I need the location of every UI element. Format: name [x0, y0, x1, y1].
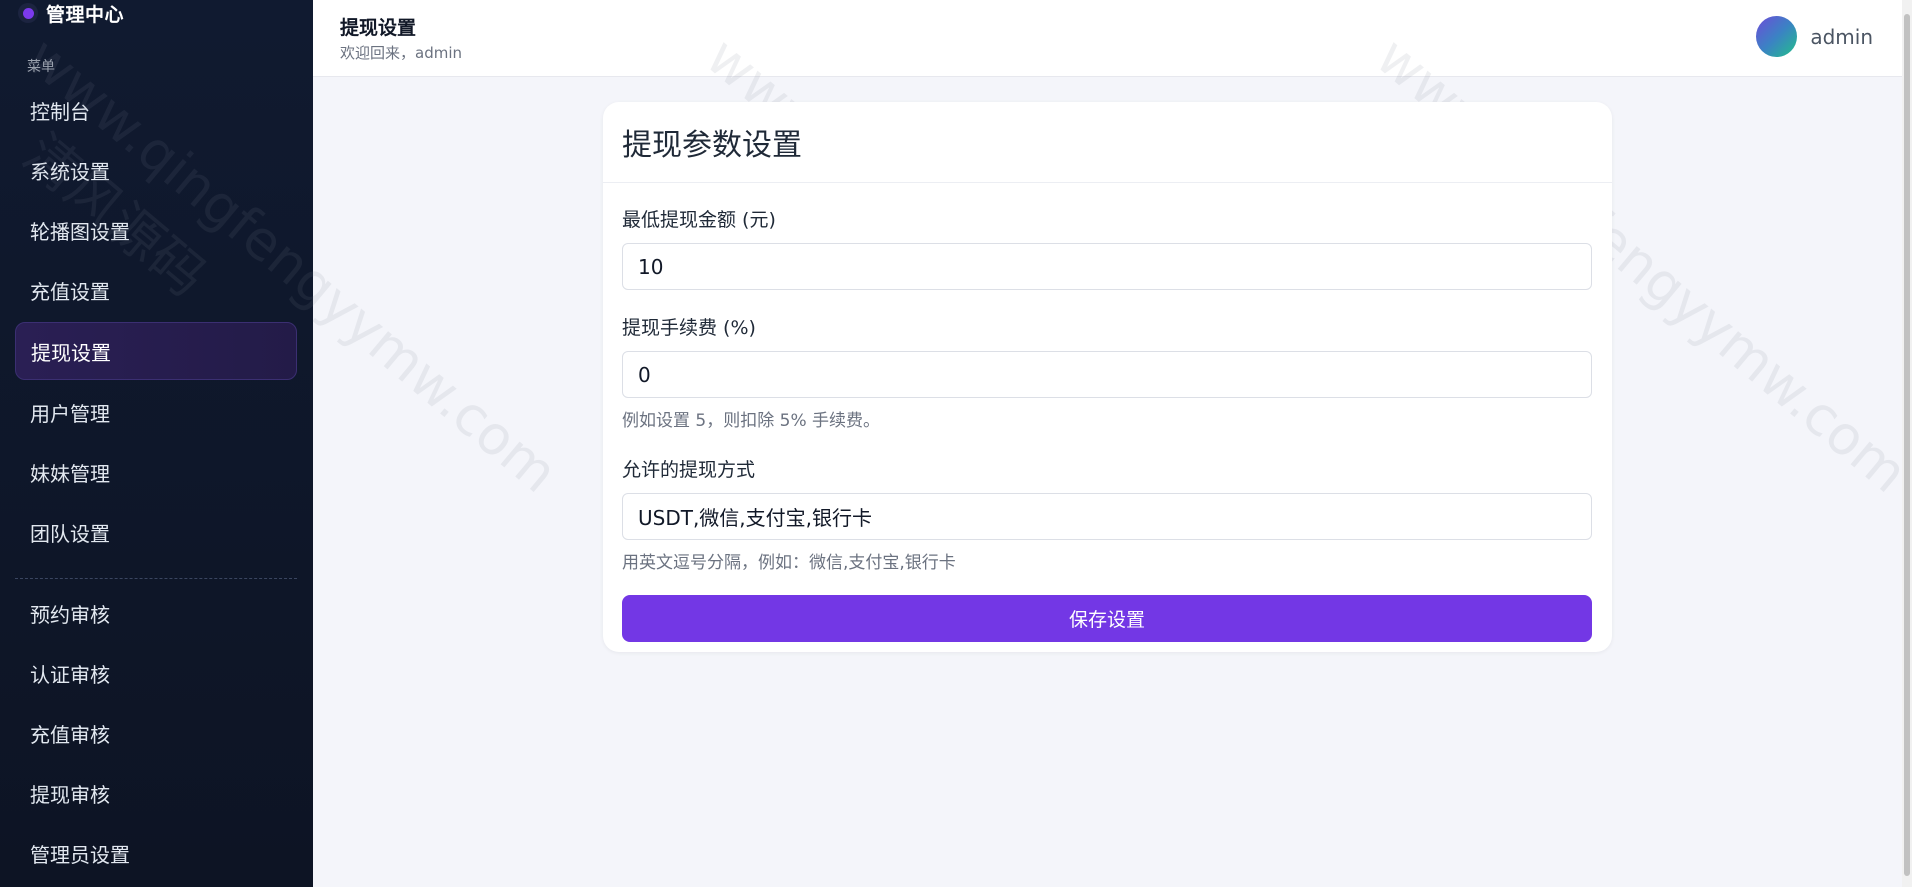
admin-app: 管理中心 菜单 控制台 系统设置 轮播图设置 充值设置 提现设置 用户管理 妹妹…	[0, 0, 1912, 887]
methods-input[interactable]	[622, 493, 1592, 540]
methods-help-text: 用英文逗号分隔，例如：微信,支付宝,银行卡	[622, 553, 956, 573]
brand-logo-icon	[18, 3, 38, 23]
menu-divider	[15, 578, 297, 579]
brand-title: 管理中心	[46, 3, 125, 26]
fee-group: 提现手续费 (%) 例如设置 5，则扣除 5% 手续费。	[622, 313, 1592, 431]
page-scrollbar[interactable]	[1902, 0, 1912, 887]
min-amount-label: 最低提现金额 (元)	[622, 209, 776, 231]
min-amount-input[interactable]	[622, 243, 1592, 290]
menu-caption: 菜单	[27, 59, 55, 75]
page-title: 提现设置	[340, 17, 417, 39]
sidebar-item-carousel-settings[interactable]: 轮播图设置	[15, 202, 297, 258]
withdraw-settings-card: 提现参数设置 最低提现金额 (元) 提现手续费 (%) 例如设置 5，则扣除 5…	[603, 102, 1612, 652]
sidebar-item-sister-management[interactable]: 妹妹管理	[15, 444, 297, 500]
user-name: admin	[1810, 24, 1873, 49]
sidebar-item-user-management[interactable]: 用户管理	[15, 384, 297, 440]
brand: 管理中心	[18, 0, 124, 26]
fee-help-text: 例如设置 5，则扣除 5% 手续费。	[622, 411, 880, 431]
top-header: 提现设置 欢迎回来，admin admin	[313, 0, 1912, 77]
card-title: 提现参数设置	[603, 102, 1612, 183]
sidebar-item-recharge-settings[interactable]: 充值设置	[15, 262, 297, 318]
user-menu[interactable]: admin	[1756, 16, 1873, 57]
sidebar-item-admin-settings[interactable]: 管理员设置	[15, 825, 297, 881]
methods-group: 允许的提现方式 用英文逗号分隔，例如：微信,支付宝,银行卡	[622, 455, 1592, 573]
sidebar-item-withdraw-settings[interactable]: 提现设置	[15, 322, 297, 380]
methods-label: 允许的提现方式	[622, 459, 756, 481]
save-button[interactable]: 保存设置	[622, 595, 1592, 642]
card-body: 最低提现金额 (元) 提现手续费 (%) 例如设置 5，则扣除 5% 手续费。 …	[603, 183, 1612, 642]
sidebar-item-verification-review[interactable]: 认证审核	[15, 645, 297, 701]
sidebar-menu-top: 控制台 系统设置 轮播图设置 充值设置 提现设置 用户管理 妹妹管理 团队设置	[15, 82, 297, 597]
sidebar-item-booking-review[interactable]: 预约审核	[15, 585, 297, 641]
scrollbar-thumb[interactable]	[1904, 14, 1910, 876]
fee-input[interactable]	[622, 351, 1592, 398]
sidebar-item-recharge-review[interactable]: 充值审核	[15, 705, 297, 761]
sidebar: 管理中心 菜单 控制台 系统设置 轮播图设置 充值设置 提现设置 用户管理 妹妹…	[0, 0, 313, 887]
welcome-text: 欢迎回来，admin	[340, 44, 463, 62]
sidebar-item-team-settings[interactable]: 团队设置	[15, 504, 297, 560]
avatar[interactable]	[1756, 16, 1798, 57]
fee-label: 提现手续费 (%)	[622, 317, 756, 339]
sidebar-item-dashboard[interactable]: 控制台	[15, 82, 297, 138]
sidebar-menu-bottom: 预约审核 认证审核 充值审核 提现审核 管理员设置	[15, 585, 297, 885]
min-amount-group: 最低提现金额 (元)	[622, 205, 1592, 290]
sidebar-item-system-settings[interactable]: 系统设置	[15, 142, 297, 198]
sidebar-item-withdraw-review[interactable]: 提现审核	[15, 765, 297, 821]
